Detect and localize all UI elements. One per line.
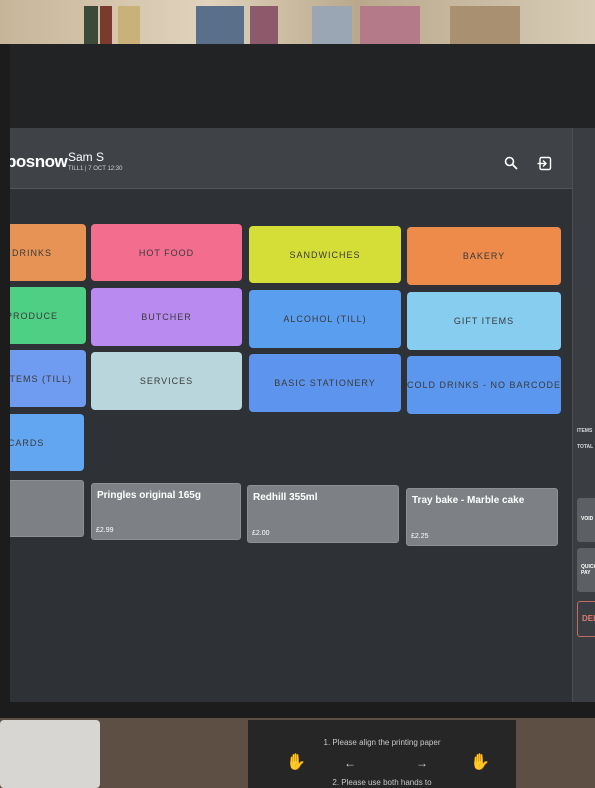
product-name: Pringles original 165g	[97, 490, 201, 501]
category-alcohol-till[interactable]: ALCOHOL (TILL)	[249, 290, 401, 348]
till-info: TILL1 | 7 OCT 12:30	[68, 166, 123, 172]
category-label: GIFT CARDS	[10, 437, 45, 448]
category-label: ITEMS (TILL)	[10, 373, 72, 384]
product-name: Tray bake - Marble cake	[412, 495, 525, 506]
product-tile[interactable]: Pringles original 165g £2.99	[91, 483, 241, 540]
shelf-book	[312, 6, 352, 46]
delete-label: DEL	[582, 614, 595, 623]
category-label: ALCOHOL (TILL)	[283, 314, 367, 324]
quick-pay-button[interactable]: QUICK PAY	[577, 548, 595, 592]
paper-tray	[0, 720, 100, 788]
receipt-printer: 1. Please align the printing paper ✋ ← →…	[248, 720, 516, 788]
items-label: ITEMS	[577, 428, 593, 434]
app-logo: posnow	[10, 152, 68, 171]
category-label: PRODUCE	[10, 310, 58, 321]
printer-instruction-1: 1. Please align the printing paper	[323, 738, 441, 747]
user-name: Sam S	[68, 150, 105, 164]
category-label: BUTCHER	[141, 312, 192, 322]
printer-instruction-2: 2. Please use both hands to	[332, 778, 432, 787]
category-gift-items[interactable]: GIFT ITEMS	[407, 292, 561, 350]
void-label: VOID	[581, 516, 594, 522]
quick-pay-label: QUICK PAY	[581, 564, 595, 576]
category-label: BAKERY	[462, 251, 506, 261]
search-icon[interactable]	[502, 156, 520, 174]
product-tile[interactable]	[10, 480, 84, 537]
category-label: SANDWICHES	[289, 249, 361, 260]
category-cold-drinks-no-barcode[interactable]: COLD DRINKS - NO BARCODE	[407, 356, 561, 414]
app-header: posnow Sam S TILL1 | 7 OCT 12:30	[10, 128, 595, 189]
category-basic-stationery[interactable]: BASIC STATIONERY	[249, 354, 401, 412]
shelf-book	[196, 6, 244, 46]
category-label: GIFT ITEMS	[453, 316, 515, 326]
product-price: £2.00	[252, 530, 270, 537]
pos-screen: posnow Sam S TILL1 | 7 OCT 12:30 DRINKS …	[10, 128, 595, 703]
category-label: COLD DRINKS - NO BARCODE	[407, 380, 561, 390]
category-label: SERVICES	[139, 376, 194, 386]
basket-panel: ITEMS TOTAL VOID QUICK PAY DEL	[572, 128, 595, 703]
shelf-book	[100, 6, 112, 46]
monitor-bezel-bottom	[0, 702, 595, 718]
category-hot-food[interactable]: HOT FOOD	[91, 224, 242, 281]
category-label: HOT FOOD	[138, 247, 195, 258]
shelf-book	[250, 6, 278, 46]
category-sandwiches[interactable]: SANDWICHES	[249, 226, 401, 283]
category-produce[interactable]: PRODUCE	[10, 287, 86, 344]
product-name: Redhill 355ml	[253, 492, 318, 503]
logout-icon[interactable]	[535, 156, 553, 174]
monitor-bezel-left	[0, 44, 10, 719]
category-drinks[interactable]: DRINKS	[10, 224, 86, 281]
category-label: BASIC STATIONERY	[274, 378, 376, 388]
shelf-book	[360, 6, 420, 46]
hand-left-icon: ✋	[286, 754, 306, 771]
void-button[interactable]: VOID	[577, 498, 595, 542]
product-price: £2.99	[96, 527, 114, 534]
delete-button[interactable]: DEL	[577, 601, 595, 637]
shelf-book	[118, 6, 140, 46]
product-tile[interactable]: Tray bake - Marble cake £2.25	[406, 488, 558, 546]
category-bakery[interactable]: BAKERY	[407, 227, 561, 285]
category-services[interactable]: SERVICES	[91, 352, 242, 410]
arrow-left-icon: ←	[344, 756, 356, 770]
hand-right-icon: ✋	[470, 754, 490, 771]
category-label: DRINKS	[11, 247, 52, 258]
arrow-right-icon: →	[416, 756, 428, 770]
shelf-book	[84, 6, 98, 46]
category-butcher[interactable]: BUTCHER	[91, 288, 242, 346]
total-label: TOTAL	[577, 444, 594, 450]
shelf-book	[450, 6, 520, 46]
product-tile[interactable]: Redhill 355ml £2.00	[247, 485, 399, 543]
product-price: £2.25	[411, 533, 429, 540]
category-items-till[interactable]: ITEMS (TILL)	[10, 350, 86, 407]
monitor-bezel-top	[0, 44, 595, 132]
category-gift-cards[interactable]: GIFT CARDS	[10, 414, 84, 471]
